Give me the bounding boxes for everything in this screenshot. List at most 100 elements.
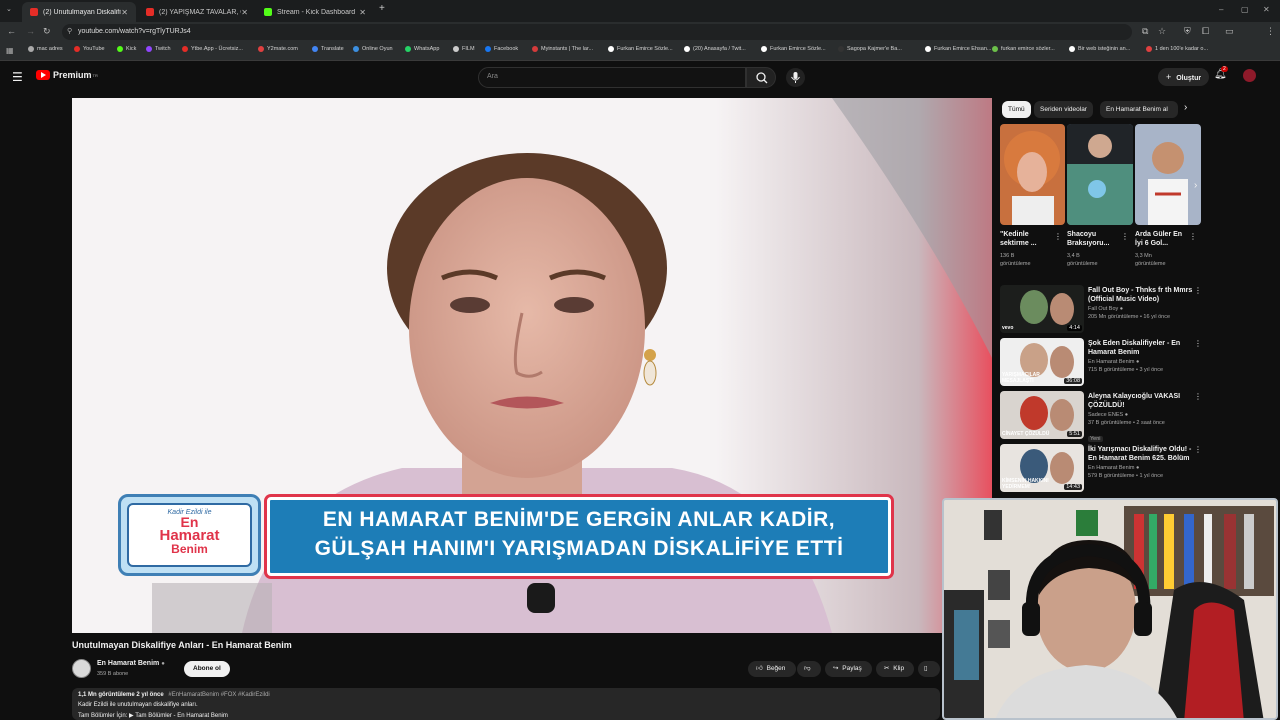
short-item[interactable]: Shacoyu Braksıyoru... 3,4 B görüntüleme ⋮ — [1067, 230, 1131, 268]
hamburger-menu-icon[interactable]: ☰ — [12, 70, 23, 84]
video-item-info[interactable]: Aleyna Kalaycıoğlu VAKASI ÇÖZÜLDÜ! Sadece … — [1088, 392, 1192, 445]
close-tab-icon[interactable]: ✕ — [241, 8, 248, 17]
chip-channel[interactable]: En Hamarat Benim al — [1100, 101, 1178, 118]
video-thumbnail[interactable]: YARIŞMACILAR MESAJLAŞTI 36:08 — [1000, 338, 1084, 386]
short-item[interactable]: "Kedinle sektirme ... 136 B görüntüleme ⋮ — [1000, 230, 1064, 268]
bookmark-item[interactable]: WhatsApp — [405, 46, 439, 52]
bookmark-star-icon[interactable]: ☆ — [1158, 26, 1166, 37]
more-options-icon[interactable]: ⋮ — [1054, 232, 1062, 241]
bookmark-item[interactable]: furkan emirce sözler... — [992, 46, 1055, 52]
channel-name[interactable]: En Hamarat Benim ● — [97, 660, 165, 667]
subscribe-button[interactable]: Abone ol — [184, 661, 230, 677]
voice-search-button[interactable] — [786, 68, 805, 87]
short-thumbnail[interactable] — [1000, 124, 1065, 225]
shorts-next-icon[interactable]: › — [1194, 180, 1197, 191]
more-options-icon[interactable]: ⋮ — [1189, 232, 1197, 241]
reload-icon[interactable]: ↻ — [43, 26, 51, 37]
video-item-info[interactable]: İki Yarışmacı Diskalifiye Oldu! - En Hama… — [1088, 445, 1192, 480]
sidebar-icon[interactable]: ▭ — [1225, 26, 1234, 37]
bookmark-item[interactable]: Online Oyun — [353, 46, 393, 52]
notification-count-badge: 2 — [1221, 66, 1228, 72]
close-tab-icon[interactable]: ✕ — [121, 8, 128, 17]
bookmark-favicon-icon — [608, 46, 614, 52]
cast-icon[interactable]: ⧉ — [1142, 26, 1148, 37]
browser-tab[interactable]: Stream - Kick Dashboard ✕ — [256, 2, 374, 22]
video-title: Hamarat Benim — [1088, 349, 1140, 356]
chevron-right-icon[interactable]: › — [1184, 102, 1187, 113]
tab-list-icon[interactable]: ⌄ — [6, 5, 12, 13]
bookmark-item[interactable]: Furkan Emirce Sözle... — [761, 46, 826, 52]
more-menu-icon[interactable]: ⋮ — [1266, 26, 1275, 37]
browser-tab[interactable]: (2) YAPIŞMAZ TAVALAR, GERGİN... ✕ — [138, 2, 256, 22]
bookmark-item[interactable]: Twitch — [146, 46, 171, 52]
video-thumbnail[interactable]: CİNAYET ÇÖZÜLDÜ 5:51 — [1000, 391, 1084, 439]
video-item-info[interactable]: Fall Out Boy - Thnks fr th Mmrs (Official… — [1088, 286, 1192, 321]
new-tab-icon[interactable]: + — [379, 3, 385, 14]
bookmark-item[interactable]: YouTube — [74, 46, 105, 52]
bookmark-favicon-icon — [1069, 46, 1075, 52]
close-tab-icon[interactable]: ✕ — [359, 8, 366, 17]
minimize-icon[interactable]: – — [1219, 5, 1223, 14]
bookmark-item[interactable]: Furkan Emirce Sözle... — [608, 46, 673, 52]
maximize-icon[interactable]: ▢ — [1241, 5, 1249, 14]
extension-shield-icon[interactable]: ⛨ — [1184, 26, 1191, 37]
view-count-date: 1,1 Mn görüntüleme 2 yıl önce — [78, 692, 164, 698]
channel-avatar[interactable] — [72, 659, 91, 678]
hashtags[interactable]: #EnHamaratBenim #FOX #KadirEzildi — [168, 692, 269, 698]
dislike-button[interactable]: 👎︎ — [797, 661, 821, 677]
bookmark-item[interactable]: Sagopa Kajmer'e Ba... — [838, 46, 902, 52]
bookmark-item[interactable]: 1 den 100'e kadar o... — [1146, 46, 1208, 52]
browser-tab-active[interactable]: (2) Unutulmayan Diskalifiye Anl... ✕ — [22, 2, 136, 22]
youtube-favicon-icon — [146, 8, 154, 16]
video-thumbnail[interactable]: KİMSENİN HAKKINI YEDİRMEM! 14:43 — [1000, 444, 1084, 492]
short-thumbnail[interactable] — [1135, 124, 1201, 225]
share-button[interactable]: ↪ Paylaş — [825, 661, 872, 677]
back-icon[interactable]: ← — [7, 26, 16, 36]
more-options-icon[interactable]: ⋮ — [1194, 286, 1202, 295]
share-label: Paylaş — [842, 665, 862, 672]
bookmark-item[interactable]: Bir web isteğinin an... — [1069, 46, 1130, 52]
bookmark-item[interactable]: (20) Anasayfa / Twit... — [684, 46, 746, 52]
more-options-icon[interactable]: ⋮ — [1194, 445, 1202, 454]
save-button[interactable]: ▯ — [918, 661, 940, 677]
banner-caption: EN HAMARAT BENİM'DE GERGİN ANLAR KADİR, … — [267, 497, 891, 576]
more-options-icon[interactable]: ⋮ — [1194, 392, 1202, 401]
short-thumbnail[interactable] — [1067, 124, 1133, 225]
video-item-info[interactable]: Şok Eden Diskalifiyeler - En Hamarat Beni… — [1088, 339, 1192, 374]
new-badge: Yeni — [1088, 436, 1103, 442]
bookmark-item[interactable]: Ytbe.App - Ücretsiz... — [182, 46, 243, 52]
share-arrow-icon: ↪ — [833, 665, 839, 672]
subscriber-count: 359 B abone — [97, 671, 129, 677]
short-item[interactable]: Arda Güler En İyi 6 Gol... 3,3 Mn görüntül… — [1135, 230, 1199, 268]
bookmark-favicon-icon — [353, 46, 359, 52]
more-options-icon[interactable]: ⋮ — [1194, 339, 1202, 348]
video-player[interactable]: Kadir Ezildi ile En Hamarat Benim EN HAM… — [72, 98, 992, 633]
account-avatar[interactable] — [1243, 69, 1256, 82]
search-button[interactable] — [746, 67, 776, 88]
bookmark-item[interactable]: Furkan Emirce Ehsan... — [925, 46, 991, 52]
search-input[interactable]: Ara — [478, 67, 746, 88]
chip-series-videos[interactable]: Seriden videolar — [1034, 101, 1093, 118]
bookmark-item[interactable]: Myinstants | The lar... — [532, 46, 593, 52]
extensions-icon[interactable]: ⧠ — [1202, 26, 1209, 37]
bookmark-item[interactable]: Translate — [312, 46, 344, 52]
more-options-icon[interactable]: ⋮ — [1121, 232, 1129, 241]
bookmark-item[interactable]: mac adres — [28, 46, 63, 52]
bookmark-item[interactable]: FILM — [453, 46, 475, 52]
description-box[interactable]: 1,1 Mn görüntüleme 2 yıl önce #EnHamarat… — [72, 688, 940, 720]
chip-all[interactable]: Tümü — [1002, 101, 1031, 118]
youtube-premium-logo[interactable]: Premium TR — [36, 70, 98, 80]
bookmark-item[interactable]: Facebook — [485, 46, 518, 52]
address-bar[interactable]: ⚲ youtube.com/watch?v=rgTlyTURJs4 — [62, 24, 1132, 40]
site-info-icon[interactable]: ⚲ — [67, 24, 72, 40]
like-button[interactable]: 👍︎ Beğen — [748, 661, 796, 677]
create-button[interactable]: + Oluştur — [1158, 68, 1210, 86]
forward-icon[interactable]: → — [26, 26, 35, 36]
clip-button[interactable]: ✂ Klip — [876, 661, 914, 677]
video-thumbnail[interactable]: vevo 4:14 — [1000, 285, 1084, 333]
video-duration: 36:08 — [1064, 378, 1082, 384]
close-window-icon[interactable]: ✕ — [1263, 5, 1270, 14]
apps-grid-icon[interactable]: ▦ — [6, 46, 14, 55]
bookmark-item[interactable]: Kick — [117, 46, 136, 52]
bookmark-item[interactable]: Y2mate.com — [258, 46, 298, 52]
